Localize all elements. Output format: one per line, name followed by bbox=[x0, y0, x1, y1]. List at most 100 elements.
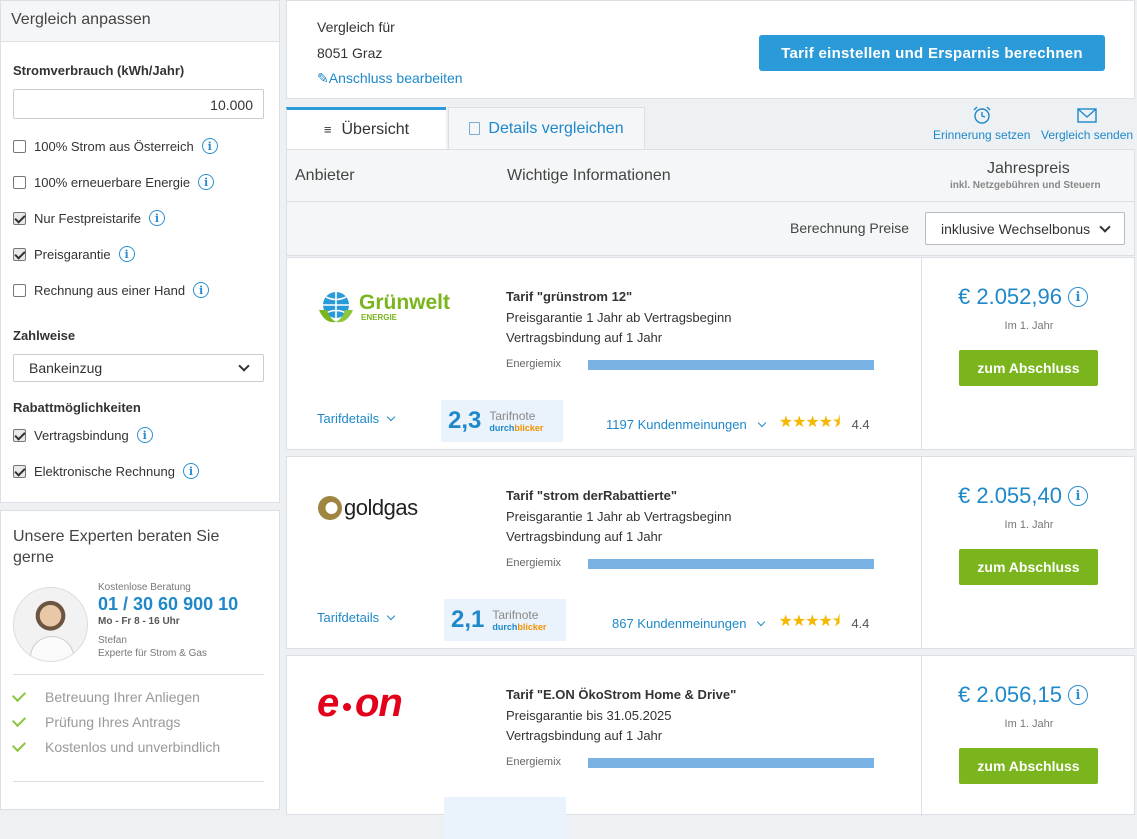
tarif-name: Tarif "grünstrom 12" bbox=[506, 289, 633, 304]
discount-label-text: Vertragsbindung bbox=[34, 427, 129, 443]
option-label: Nur Festpreistarife bbox=[34, 210, 141, 226]
benefit-item: Kostenlos und unverbindlich bbox=[11, 737, 221, 755]
tarif-binding: Vertragsbindung auf 1 Jahr bbox=[506, 728, 663, 743]
tarif-details-link[interactable]: Tarifdetails bbox=[317, 411, 396, 426]
info-icon[interactable]: i bbox=[198, 174, 215, 190]
reviews-link[interactable]: 1197 Kundenmeinungen ★★★★⯨ 4.4 bbox=[606, 411, 870, 438]
payment-value: Bankeinzug bbox=[29, 360, 103, 376]
checkbox-checked[interactable] bbox=[13, 428, 26, 442]
checkbox-checked[interactable] bbox=[13, 464, 26, 478]
benefit-text: Kostenlos und unverbindlich bbox=[45, 739, 221, 755]
sign-up-button[interactable]: zum Abschluss bbox=[959, 350, 1098, 386]
benefit-item: Prüfung Ihres Antrags bbox=[11, 712, 181, 730]
price-sub: Im 1. Jahr bbox=[1004, 519, 1054, 531]
check-icon bbox=[11, 687, 27, 703]
note-label: Tarifnote bbox=[492, 608, 539, 622]
option-renewable[interactable]: 100% erneuerbare Energie i bbox=[13, 174, 215, 190]
col-provider: Anbieter bbox=[295, 167, 355, 184]
info-icon[interactable]: i bbox=[1067, 685, 1088, 705]
compare-for-label: Vergleich für bbox=[317, 19, 395, 35]
gruenwelt-logo: Grünwelt ENERGIE bbox=[317, 288, 450, 326]
tab-details[interactable]: Details vergleichen bbox=[448, 107, 645, 149]
location-text: 8051 Graz bbox=[317, 45, 383, 61]
reviews-label: 1197 Kundenmeinungen bbox=[606, 417, 747, 432]
price-column: € 2.056,15 i Im 1. Jahr zum Abschluss bbox=[921, 656, 1135, 816]
option-label: Preisgarantie bbox=[34, 246, 111, 262]
option-label: 100% Strom aus Österreich bbox=[34, 138, 194, 154]
option-austria[interactable]: 100% Strom aus Österreich i bbox=[13, 138, 218, 154]
chevron-down-icon bbox=[386, 412, 396, 422]
annual-price: € 2.055,40 i bbox=[958, 483, 1088, 509]
price-value: € 2.052,96 bbox=[958, 284, 1062, 309]
calculate-savings-button[interactable]: Tarif einstellen und Ersparnis berechnen bbox=[759, 35, 1105, 71]
expert-title: Unsere Experten beraten Sie gerne bbox=[13, 528, 220, 566]
tarif-guarantee: Preisgarantie bis 31.05.2025 bbox=[506, 708, 672, 723]
info-icon[interactable]: i bbox=[1067, 287, 1088, 307]
checkbox[interactable] bbox=[13, 175, 26, 189]
edit-link-label: Anschluss bearbeiten bbox=[328, 70, 463, 86]
info-icon[interactable]: i bbox=[136, 427, 153, 443]
discount-label: Rabattmöglichkeiten bbox=[13, 400, 141, 415]
checkbox[interactable] bbox=[13, 283, 26, 297]
calc-value: inklusive Wechselbonus bbox=[941, 220, 1091, 237]
sign-up-button[interactable]: zum Abschluss bbox=[959, 748, 1098, 784]
offer-card: e on Tarif "E.ON ÖkoStrom Home & Drive" … bbox=[286, 655, 1135, 839]
expert-name: Stefan bbox=[98, 635, 127, 646]
chevron-down-icon bbox=[238, 360, 250, 372]
edit-connection-link[interactable]: ✎Anschluss bearbeiten bbox=[317, 70, 463, 87]
annual-price: € 2.056,15 i bbox=[958, 682, 1088, 708]
discount-label-text: Elektronische Rechnung bbox=[34, 463, 175, 479]
chevron-down-icon bbox=[757, 418, 766, 428]
eon-logo-mark: e on bbox=[317, 681, 403, 725]
chevron-down-icon bbox=[386, 611, 396, 621]
note-value: 2,3 bbox=[448, 407, 482, 434]
benefit-text: Betreuung Ihrer Anliegen bbox=[45, 689, 200, 705]
discount-contract[interactable]: Vertragsbindung i bbox=[13, 427, 153, 443]
option-single-bill[interactable]: Rechnung aus einer Hand i bbox=[13, 282, 210, 298]
expert-panel: Unsere Experten beraten Sie gerne Kosten… bbox=[0, 510, 280, 810]
set-reminder-button[interactable]: Erinnerung setzen bbox=[933, 105, 1030, 142]
price-value: € 2.055,40 bbox=[958, 483, 1062, 508]
info-icon[interactable]: i bbox=[201, 138, 218, 154]
link-label: Tarifdetails bbox=[317, 610, 380, 625]
col-price: Jahrespreis bbox=[987, 160, 1070, 177]
provider-name: Grünwelt bbox=[359, 290, 451, 314]
consumption-input[interactable]: 10.000 bbox=[13, 89, 264, 119]
option-label: 100% erneuerbare Energie bbox=[34, 174, 191, 190]
payment-select[interactable]: Bankeinzug bbox=[13, 354, 264, 382]
discount-e-bill[interactable]: Elektronische Rechnung i bbox=[13, 463, 199, 479]
info-icon[interactable]: i bbox=[148, 210, 165, 226]
price-sub: Im 1. Jahr bbox=[1004, 718, 1054, 730]
tarif-note-badge bbox=[444, 797, 566, 839]
rating-value: 4.4 bbox=[851, 417, 870, 432]
benefit-text: Prüfung Ihres Antrags bbox=[45, 714, 181, 730]
option-fixed-price[interactable]: Nur Festpreistarife i bbox=[13, 210, 165, 226]
info-icon[interactable]: i bbox=[182, 463, 199, 479]
free-consult-label: Kostenlose Beratung bbox=[98, 582, 191, 593]
sign-up-button[interactable]: zum Abschluss bbox=[959, 549, 1098, 585]
star-rating-icon: ★★★★⯨ bbox=[778, 414, 841, 431]
opening-hours: Mo - Fr 8 - 16 Uhr bbox=[98, 616, 180, 627]
tool-label: Vergleich senden bbox=[1041, 128, 1134, 142]
send-comparison-button[interactable]: Vergleich senden bbox=[1041, 105, 1133, 142]
divider bbox=[13, 781, 264, 782]
checkbox-checked[interactable] bbox=[13, 247, 26, 261]
durchblicker-logo: durchblicker bbox=[489, 423, 544, 433]
info-icon[interactable]: i bbox=[118, 246, 135, 262]
tab-overview[interactable]: ≡ Übersicht bbox=[286, 107, 446, 149]
info-icon[interactable]: i bbox=[1067, 486, 1088, 506]
info-icon[interactable]: i bbox=[193, 282, 210, 298]
price-value: € 2.056,15 bbox=[958, 682, 1062, 707]
phone-number[interactable]: 01 / 30 60 900 10 bbox=[98, 594, 238, 615]
reviews-link[interactable]: 867 Kundenmeinungen ★★★★⯨ 4.4 bbox=[612, 610, 869, 637]
tarif-details-link[interactable]: Tarifdetails bbox=[317, 610, 396, 625]
energy-mix-bar bbox=[588, 758, 874, 768]
calc-select[interactable]: inklusive Wechselbonus bbox=[925, 212, 1125, 245]
filter-panel-title: Vergleich anpassen bbox=[1, 1, 279, 42]
checkbox-checked[interactable] bbox=[13, 211, 26, 225]
chevron-down-icon bbox=[757, 617, 766, 627]
option-price-guarantee[interactable]: Preisgarantie i bbox=[13, 246, 135, 262]
checkbox[interactable] bbox=[13, 139, 26, 153]
divider bbox=[13, 674, 264, 675]
document-icon bbox=[469, 122, 481, 135]
